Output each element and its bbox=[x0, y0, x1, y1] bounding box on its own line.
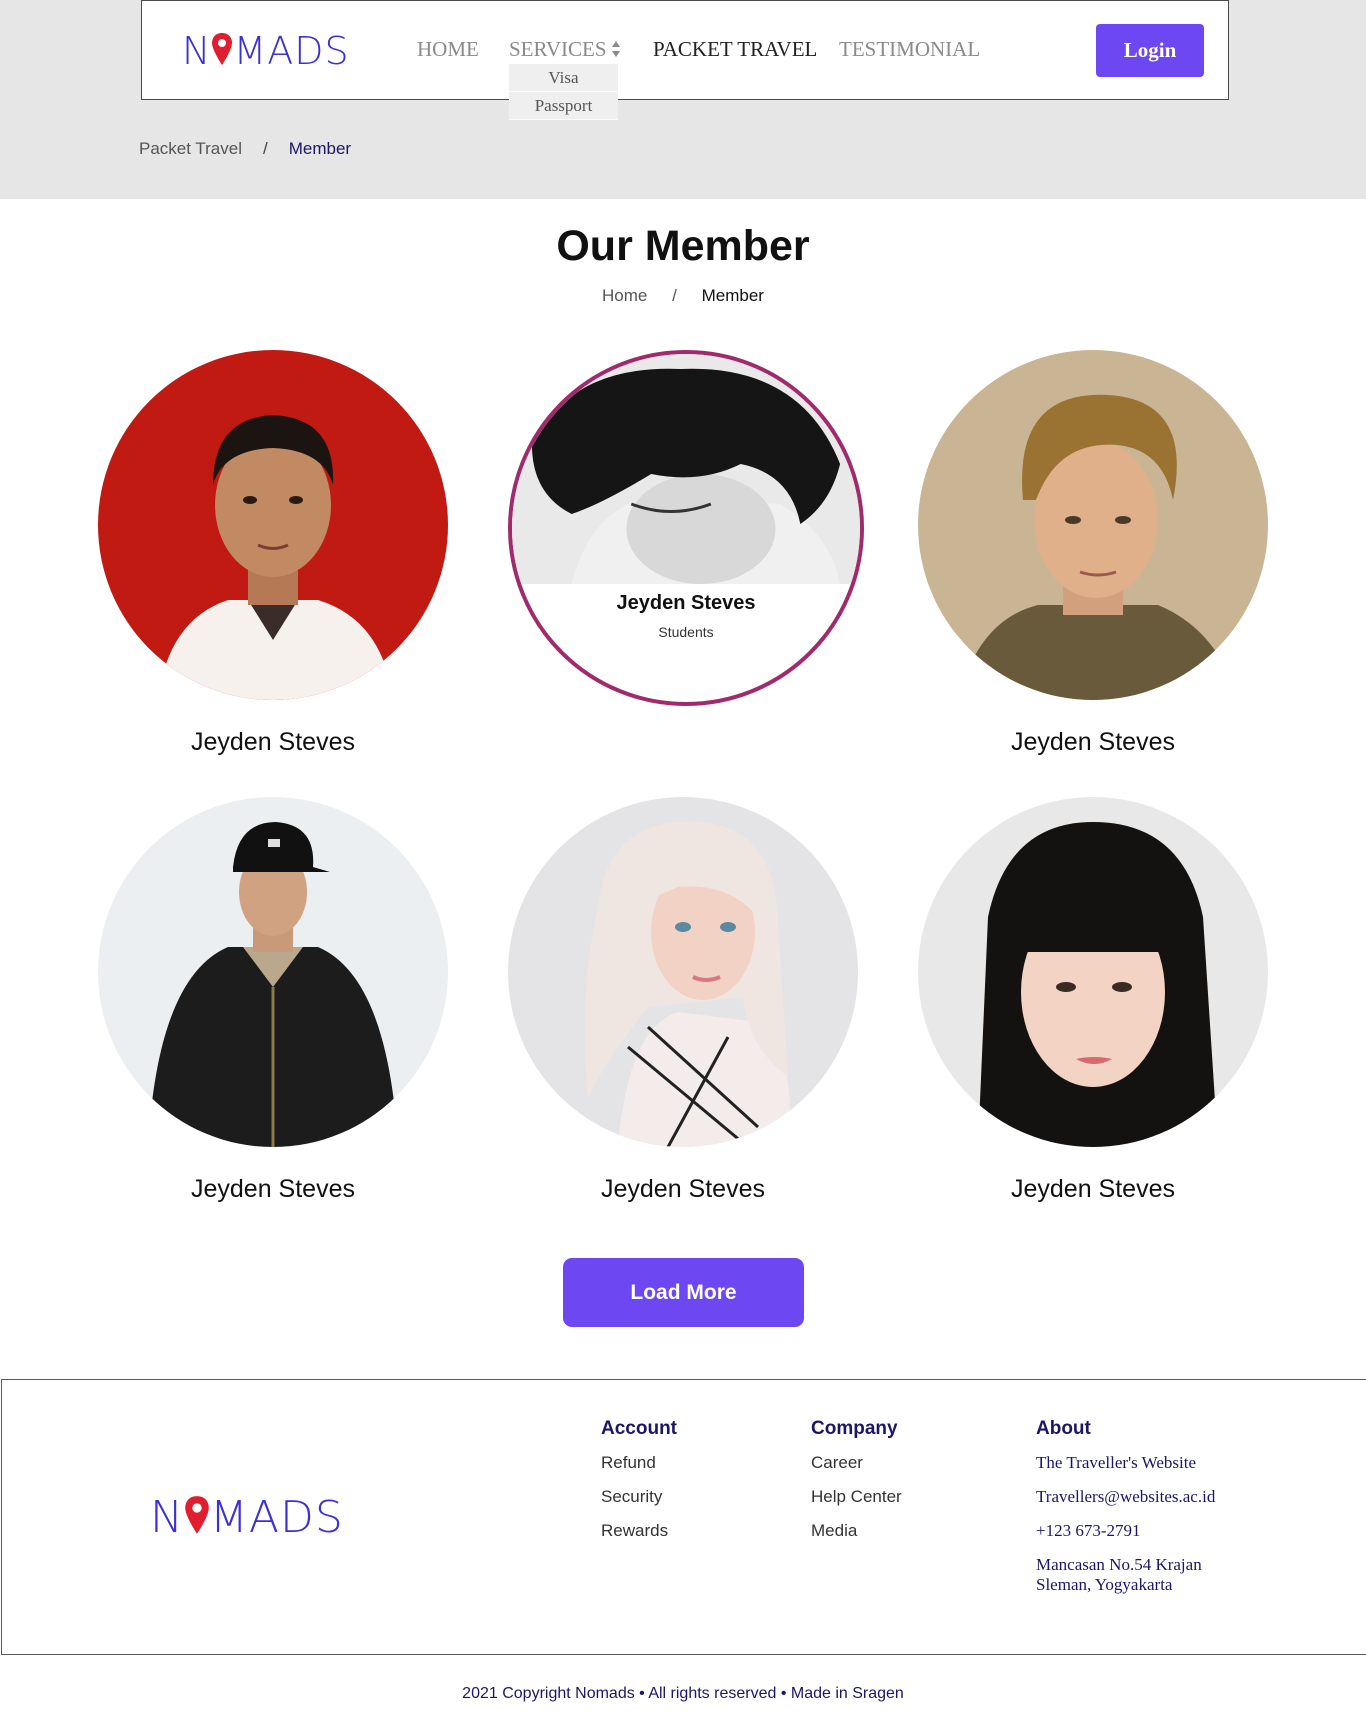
logo-letter-n: N bbox=[150, 1492, 184, 1543]
header-band: N MADS HOME SERVICES PACKET TRAVEL TESTI… bbox=[0, 0, 1366, 199]
footer-link-security[interactable]: Security bbox=[601, 1487, 677, 1507]
nav-packet-travel[interactable]: PACKET TRAVEL bbox=[653, 37, 817, 62]
footer-logo[interactable]: N MADS bbox=[150, 1492, 344, 1543]
footer: N MADS Account Refund Security Rewards C… bbox=[1, 1379, 1366, 1655]
footer-link-career[interactable]: Career bbox=[811, 1453, 902, 1473]
footer-link-refund[interactable]: Refund bbox=[601, 1453, 677, 1473]
page-title: Our Member bbox=[556, 222, 810, 270]
dropdown-item-passport[interactable]: Passport bbox=[509, 92, 618, 120]
member-photo bbox=[918, 350, 1268, 700]
member-name: Jeyden Steves bbox=[1011, 728, 1175, 756]
logo-letters-mads: MADS bbox=[209, 1492, 344, 1543]
breadcrumb-current: Member bbox=[288, 139, 352, 158]
map-pin-icon bbox=[184, 1495, 210, 1540]
breadcrumb-home[interactable]: Home bbox=[602, 286, 647, 305]
member-photo bbox=[918, 797, 1268, 1147]
sort-arrows-icon bbox=[611, 41, 620, 58]
member-photo bbox=[508, 797, 858, 1147]
nav-services[interactable]: SERVICES bbox=[509, 37, 621, 62]
load-more-button[interactable]: Load More bbox=[563, 1258, 804, 1327]
breadcrumb-current: Member bbox=[701, 286, 764, 305]
footer-address: Mancasan No.54 Krajan Sleman, Yogyakarta bbox=[1036, 1555, 1202, 1594]
footer-account-column: Account Refund Security Rewards bbox=[601, 1418, 677, 1555]
member-photo: Jeyden Steves Students bbox=[508, 350, 864, 706]
member-photo bbox=[98, 797, 448, 1147]
services-dropdown: Visa Passport bbox=[509, 64, 618, 120]
footer-about-title: About bbox=[1036, 1418, 1091, 1439]
footer-about-column: About The Traveller's Website Travellers… bbox=[1036, 1418, 1246, 1609]
member-name: Jeyden Steves bbox=[616, 592, 756, 614]
map-pin-icon bbox=[211, 32, 233, 71]
logo-letters-mads: MADS bbox=[233, 29, 350, 73]
breadcrumb-top: Packet Travel / Member bbox=[139, 139, 351, 159]
breadcrumb-separator: / bbox=[263, 139, 268, 158]
navbar: N MADS HOME SERVICES PACKET TRAVEL TESTI… bbox=[141, 0, 1229, 120]
member-photo bbox=[98, 350, 448, 700]
login-button[interactable]: Login bbox=[1096, 24, 1204, 77]
footer-tagline: The Traveller's Website bbox=[1036, 1453, 1197, 1472]
footer-company-column: Company Career Help Center Media bbox=[811, 1418, 902, 1555]
dropdown-item-visa[interactable]: Visa bbox=[509, 64, 618, 92]
member-name: Jeyden Steves bbox=[191, 1175, 355, 1203]
breadcrumb-separator: / bbox=[672, 286, 677, 305]
member-name: Jeyden Steves bbox=[1011, 1175, 1175, 1203]
member-name: Jeyden Steves bbox=[191, 728, 355, 756]
footer-phone: +123 673-2791 bbox=[1036, 1521, 1141, 1540]
footer-account-title: Account bbox=[601, 1418, 677, 1439]
nav-testimonial[interactable]: TESTIMONIAL bbox=[839, 37, 980, 62]
nav-logo[interactable]: N MADS bbox=[182, 29, 350, 73]
copyright: 2021 Copyright Nomads • All rights reser… bbox=[462, 1685, 904, 1702]
footer-email[interactable]: Travellers@websites.ac.id bbox=[1036, 1487, 1246, 1507]
member-name: Jeyden Steves bbox=[601, 1175, 765, 1203]
breadcrumb-page: Home / Member bbox=[0, 286, 1366, 306]
nav-home[interactable]: HOME bbox=[417, 37, 479, 62]
footer-link-rewards[interactable]: Rewards bbox=[601, 1521, 677, 1541]
nav-services-label: SERVICES bbox=[509, 37, 607, 61]
breadcrumb-packet-travel[interactable]: Packet Travel bbox=[139, 139, 242, 159]
footer-link-media[interactable]: Media bbox=[811, 1521, 902, 1541]
footer-link-help-center[interactable]: Help Center bbox=[811, 1487, 902, 1507]
footer-company-title: Company bbox=[811, 1418, 898, 1439]
logo-letter-n: N bbox=[182, 29, 212, 73]
member-role: Students bbox=[658, 624, 714, 640]
